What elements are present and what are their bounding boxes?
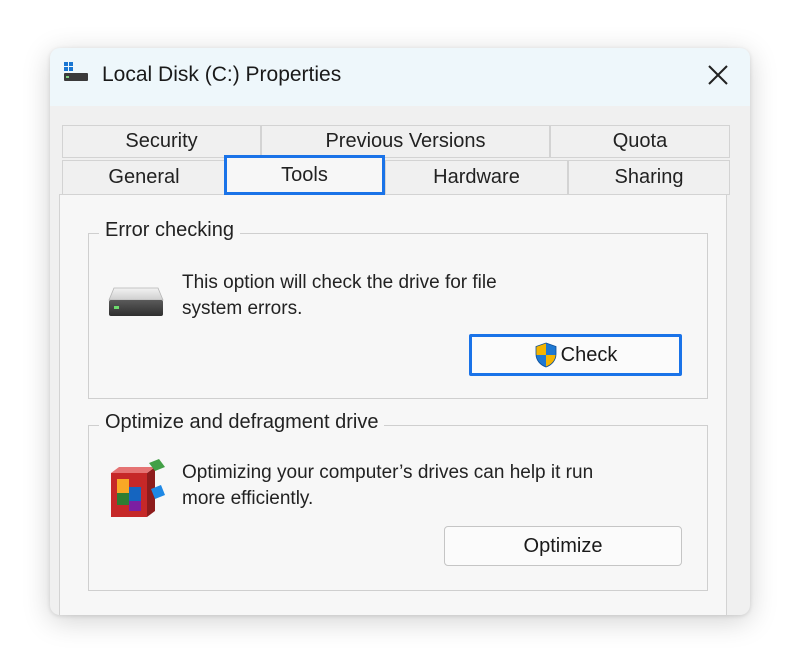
tools-tab-panel: Error checking This option will check th… — [59, 194, 727, 615]
hard-drive-icon — [108, 287, 164, 316]
tab-general[interactable]: General — [62, 160, 226, 195]
tab-tools[interactable]: Tools — [224, 155, 385, 195]
optimize-group: Optimize and defragment drive Optimizing… — [88, 411, 708, 591]
tab-security[interactable]: Security — [62, 125, 261, 158]
check-button[interactable]: Check — [469, 334, 682, 376]
tab-previous-versions[interactable]: Previous Versions — [261, 125, 550, 158]
check-button-label: Check — [560, 343, 618, 366]
error-checking-label: Error checking — [99, 219, 240, 242]
optimize-description: Optimizing your computer’s drives can he… — [182, 460, 593, 512]
optimize-label: Optimize and defragment drive — [99, 411, 385, 434]
window-title: Local Disk (C:) Properties — [102, 63, 342, 86]
tab-quota[interactable]: Quota — [550, 125, 730, 158]
defragment-blocks-icon — [111, 459, 165, 517]
error-checking-desc-line1: This option will check the drive for fil… — [182, 272, 497, 293]
uac-shield-icon — [535, 342, 557, 368]
optimize-desc-line1: Optimizing your computer’s drives can he… — [182, 462, 594, 483]
optimize-button[interactable]: Optimize — [444, 526, 682, 566]
properties-dialog: Local Disk (C:) Properties Security Prev… — [50, 48, 750, 615]
close-icon — [708, 65, 728, 85]
error-checking-group: Error checking This option will check th… — [88, 219, 708, 399]
error-checking-description: This option will check the drive for fil… — [182, 270, 497, 322]
optimize-button-label: Optimize — [523, 534, 603, 557]
close-button[interactable] — [698, 58, 738, 92]
tab-sharing[interactable]: Sharing — [568, 160, 730, 195]
title-bar[interactable]: Local Disk (C:) Properties — [50, 48, 750, 106]
error-checking-desc-line2: system errors. — [182, 298, 303, 319]
drive-properties-app-icon — [64, 62, 88, 81]
tab-hardware[interactable]: Hardware — [385, 160, 568, 195]
optimize-desc-line2: more efficiently. — [182, 488, 314, 509]
